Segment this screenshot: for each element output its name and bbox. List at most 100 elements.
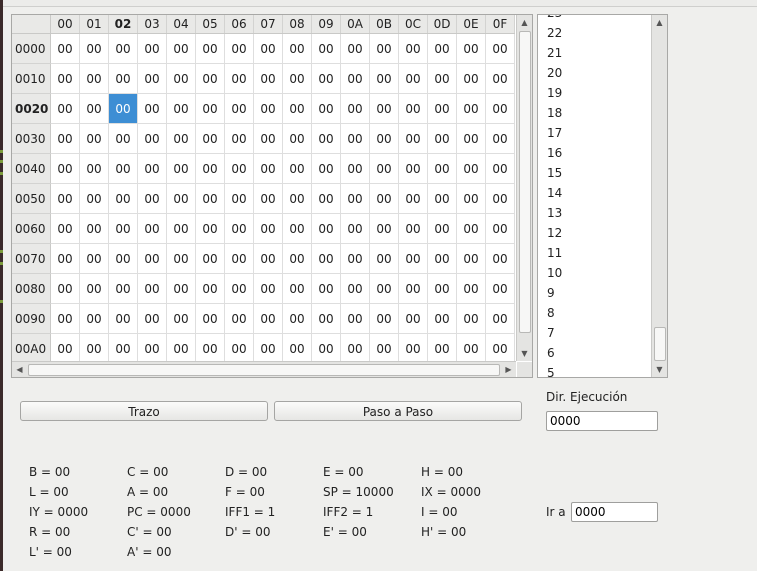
memory-cell[interactable]: 00 (282, 333, 312, 361)
memory-cell[interactable]: 00 (340, 183, 370, 214)
memory-cell[interactable]: 00 (398, 213, 428, 244)
memory-cell[interactable]: 00 (398, 63, 428, 94)
memory-cell[interactable]: 00 (137, 123, 167, 154)
scroll-down-arrow-icon[interactable]: ▼ (652, 362, 667, 377)
memory-cell[interactable]: 00 (224, 273, 254, 304)
memory-cell[interactable]: 00 (137, 213, 167, 244)
memory-cell[interactable]: 00 (456, 183, 486, 214)
memory-cell[interactable]: 00 (166, 33, 196, 64)
memory-cell[interactable]: 00 (79, 33, 109, 64)
memory-cell[interactable]: 00 (50, 243, 80, 274)
memory-cell[interactable]: 00 (427, 153, 457, 184)
memory-cell[interactable]: 00 (79, 153, 109, 184)
memory-cell[interactable]: 00 (195, 333, 225, 361)
memory-cell[interactable]: 00 (50, 93, 80, 124)
memory-cell[interactable]: 00 (282, 153, 312, 184)
list-item[interactable]: 5 (538, 363, 651, 377)
scroll-up-arrow-icon[interactable]: ▲ (517, 15, 532, 30)
memory-cell[interactable]: 00 (427, 243, 457, 274)
memory-cell[interactable]: 00 (485, 213, 515, 244)
memory-cell[interactable]: 00 (108, 303, 138, 334)
memory-cell[interactable]: 00 (195, 213, 225, 244)
memory-cell[interactable]: 00 (427, 183, 457, 214)
memory-cell[interactable]: 00 (456, 63, 486, 94)
memory-cell[interactable]: 00 (50, 273, 80, 304)
memory-cell[interactable]: 00 (340, 123, 370, 154)
memory-cell[interactable]: 00 (282, 243, 312, 274)
row-header[interactable]: 0040 (12, 153, 51, 184)
memory-cell[interactable]: 00 (398, 243, 428, 274)
list-item[interactable]: 16 (538, 143, 651, 163)
memory-cell[interactable]: 00 (398, 303, 428, 334)
memory-cell[interactable]: 00 (369, 93, 399, 124)
memory-cell[interactable]: 00 (137, 93, 167, 124)
memory-cell[interactable]: 00 (253, 93, 283, 124)
memory-cell[interactable]: 00 (369, 153, 399, 184)
memory-cell[interactable]: 00 (398, 333, 428, 361)
memory-cell[interactable]: 00 (166, 93, 196, 124)
column-header[interactable]: 0C (398, 15, 428, 34)
memory-cell[interactable]: 00 (166, 63, 196, 94)
memory-cell[interactable]: 00 (340, 333, 370, 361)
row-header[interactable]: 0000 (12, 33, 51, 64)
column-header[interactable]: 0D (427, 15, 457, 34)
memory-cell[interactable]: 00 (427, 123, 457, 154)
list-item[interactable]: 9 (538, 283, 651, 303)
memory-cell[interactable]: 00 (253, 153, 283, 184)
memory-cell[interactable]: 00 (50, 123, 80, 154)
memory-cell[interactable]: 00 (224, 243, 254, 274)
memory-cell[interactable]: 00 (340, 273, 370, 304)
row-header[interactable]: 0060 (12, 213, 51, 244)
column-header[interactable]: 00 (50, 15, 80, 34)
memory-cell[interactable]: 00 (79, 273, 109, 304)
list-item[interactable]: 8 (538, 303, 651, 323)
memory-cell[interactable]: 00 (311, 273, 341, 304)
memory-cell[interactable]: 00 (50, 303, 80, 334)
memory-cell[interactable]: 00 (311, 153, 341, 184)
step-button[interactable]: Paso a Paso (274, 401, 522, 421)
memory-cell[interactable]: 00 (166, 153, 196, 184)
memory-cell[interactable]: 00 (311, 93, 341, 124)
memory-cell[interactable]: 00 (79, 93, 109, 124)
scroll-up-arrow-icon[interactable]: ▲ (652, 15, 667, 30)
row-header[interactable]: 0080 (12, 273, 51, 304)
memory-cell[interactable]: 00 (456, 123, 486, 154)
memory-cell[interactable]: 00 (282, 123, 312, 154)
memory-cell[interactable]: 00 (369, 183, 399, 214)
memory-cell[interactable]: 00 (369, 273, 399, 304)
memory-cell[interactable]: 00 (369, 303, 399, 334)
memory-cell[interactable]: 00 (166, 273, 196, 304)
memory-cell[interactable]: 00 (398, 123, 428, 154)
memory-cell[interactable]: 00 (195, 183, 225, 214)
memory-cell[interactable]: 00 (137, 333, 167, 361)
memory-cell[interactable]: 00 (311, 63, 341, 94)
memory-cell[interactable]: 00 (485, 63, 515, 94)
memory-cell[interactable]: 00 (195, 153, 225, 184)
memory-cell[interactable]: 00 (398, 153, 428, 184)
memory-cell[interactable]: 00 (282, 183, 312, 214)
list-item[interactable]: 14 (538, 183, 651, 203)
memory-horizontal-scroll-thumb[interactable] (28, 364, 500, 376)
memory-cell[interactable]: 00 (108, 273, 138, 304)
memory-cell[interactable]: 00 (282, 63, 312, 94)
memory-cell[interactable]: 00 (427, 303, 457, 334)
memory-cell[interactable]: 00 (195, 273, 225, 304)
memory-cell[interactable]: 00 (427, 213, 457, 244)
column-header[interactable]: 03 (137, 15, 167, 34)
row-header[interactable]: 0010 (12, 63, 51, 94)
scroll-right-arrow-icon[interactable]: ▶ (501, 362, 516, 377)
memory-table[interactable]: 00 01 02 03 04 05 06 07 08 09 0A 0B 0C 0D 0E 0F 0000 00 0… (11, 14, 533, 378)
row-header[interactable]: 0050 (12, 183, 51, 214)
row-header[interactable]: 0030 (12, 123, 51, 154)
memory-cell[interactable]: 00 (427, 33, 457, 64)
column-header[interactable]: 09 (311, 15, 341, 34)
memory-cell[interactable]: 00 (369, 213, 399, 244)
memory-cell[interactable]: 00 (79, 333, 109, 361)
memory-cell[interactable]: 00 (166, 213, 196, 244)
memory-cell[interactable]: 00 (195, 63, 225, 94)
memory-cell[interactable]: 00 (398, 273, 428, 304)
memory-cell[interactable]: 00 (224, 33, 254, 64)
memory-cell[interactable]: 00 (282, 303, 312, 334)
memory-cell[interactable]: 00 (485, 273, 515, 304)
list-item[interactable]: 20 (538, 63, 651, 83)
